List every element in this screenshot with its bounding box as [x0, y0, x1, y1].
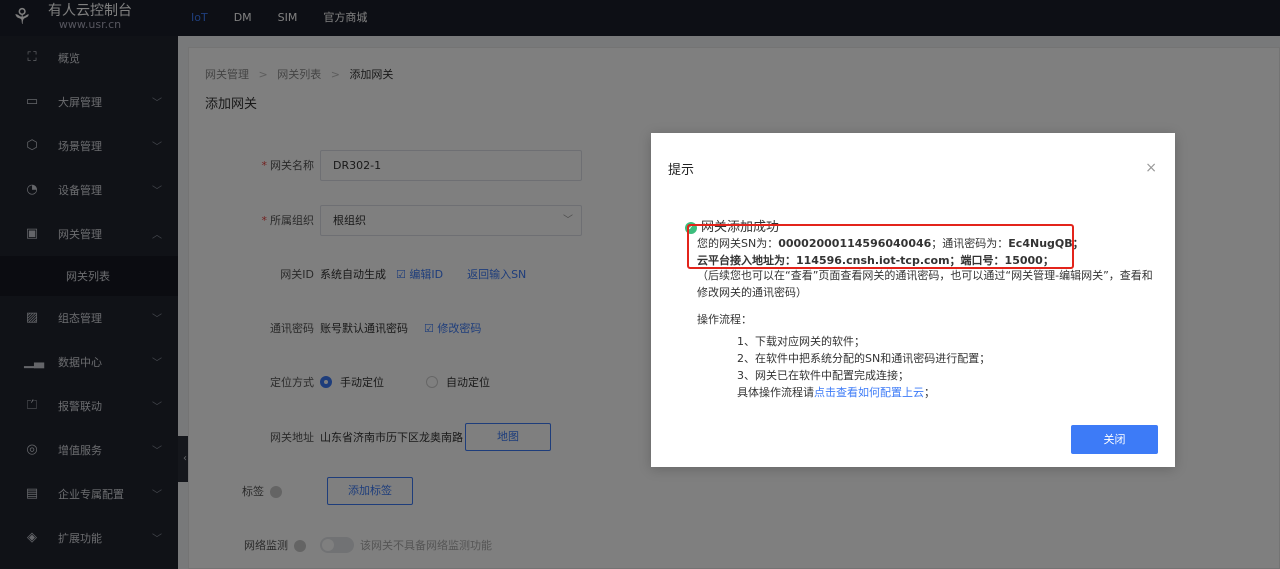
step-item: 1、下载对应网关的软件；	[737, 335, 865, 348]
help-prefix: 具体操作流程请	[737, 386, 814, 399]
step-item: 2、在软件中把系统分配的SN和通讯密码进行配置；	[737, 352, 991, 365]
close-icon[interactable]: ×	[1145, 160, 1157, 176]
success-dialog: 提示 × ✓ 网关添加成功 您的网关SN为：0000200011459604004…	[651, 133, 1175, 467]
pwd-suffix: ；	[1072, 237, 1084, 250]
close-button[interactable]: 关闭	[1071, 425, 1158, 454]
help-suffix: ；	[924, 386, 935, 399]
help-line: 具体操作流程请点击查看如何配置上云；	[737, 384, 935, 400]
highlight-annotation-box	[687, 224, 1074, 269]
dialog-title: 提示	[668, 163, 695, 178]
dialog-note: （后续您也可以在“查看”页面查看网关的通讯密码，也可以通过“网关管理-编辑网关”…	[697, 269, 1153, 299]
steps-title: 操作流程：	[697, 313, 752, 326]
step-item: 3、网关已在软件中配置完成连接；	[737, 369, 909, 382]
config-guide-link[interactable]: 点击查看如何配置上云	[814, 386, 924, 399]
